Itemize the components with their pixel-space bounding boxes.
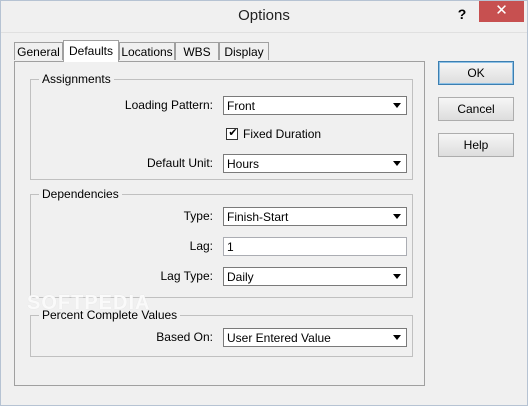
tab-display[interactable]: Display: [219, 42, 269, 60]
fixed-duration-label[interactable]: Fixed Duration: [243, 127, 321, 141]
softpedia-watermark: SOFTPEDIA: [27, 292, 151, 314]
tab-general[interactable]: General: [14, 42, 63, 60]
assignments-group-title: Assignments: [39, 72, 114, 86]
dependency-type-dropdown[interactable]: Finish-Start: [223, 207, 407, 226]
chevron-down-icon[interactable]: [390, 98, 405, 113]
options-dialog: Options ? ✕ General Defaults Locations W…: [0, 0, 528, 406]
lag-label: Lag:: [189, 239, 213, 253]
ok-button[interactable]: OK: [438, 61, 514, 85]
dependencies-group-title: Dependencies: [39, 187, 122, 201]
assignments-group: Assignments Loading Pattern: Front ✔ Fix…: [30, 72, 413, 180]
tab-wbs[interactable]: WBS: [175, 42, 219, 60]
defaults-tab-panel: Assignments Loading Pattern: Front ✔ Fix…: [14, 61, 425, 386]
cancel-button[interactable]: Cancel: [438, 97, 514, 121]
checkmark-icon: ✔: [228, 127, 238, 139]
window-title: Options: [238, 7, 290, 24]
dependency-type-value: Finish-Start: [227, 210, 289, 224]
lag-input[interactable]: 1: [223, 237, 407, 256]
help-button[interactable]: Help: [438, 133, 514, 157]
lag-type-label: Lag Type:: [160, 269, 214, 283]
based-on-label: Based On:: [156, 330, 213, 344]
tab-defaults[interactable]: Defaults: [63, 40, 119, 62]
percent-complete-group: Percent Complete Values Based On: User E…: [30, 308, 413, 357]
default-unit-dropdown[interactable]: Hours: [223, 154, 407, 173]
default-unit-value: Hours: [227, 157, 260, 171]
chevron-down-icon[interactable]: [390, 209, 405, 224]
chevron-down-icon[interactable]: [390, 330, 405, 345]
close-button[interactable]: ✕: [479, 1, 524, 22]
dependency-type-label: Type:: [183, 209, 213, 223]
lag-value: 1: [227, 240, 234, 254]
tab-locations[interactable]: Locations: [119, 42, 175, 60]
fixed-duration-checkbox[interactable]: ✔: [226, 127, 238, 140]
dependencies-group: Dependencies Type: Finish-Start Lag: 1 L…: [30, 187, 413, 298]
loading-pattern-value: Front: [227, 99, 256, 113]
lag-type-dropdown[interactable]: Daily: [223, 267, 407, 286]
chevron-down-icon[interactable]: [390, 269, 405, 284]
based-on-value: User Entered Value: [227, 331, 331, 345]
loading-pattern-label: Loading Pattern:: [124, 98, 213, 112]
based-on-dropdown[interactable]: User Entered Value: [223, 328, 407, 347]
title-bar[interactable]: Options ? ✕: [1, 1, 527, 33]
default-unit-label: Default Unit:: [146, 156, 213, 170]
lag-type-value: Daily: [227, 270, 254, 284]
loading-pattern-dropdown[interactable]: Front: [223, 96, 407, 115]
help-question-icon[interactable]: ?: [453, 4, 471, 24]
chevron-down-icon[interactable]: [390, 156, 405, 171]
